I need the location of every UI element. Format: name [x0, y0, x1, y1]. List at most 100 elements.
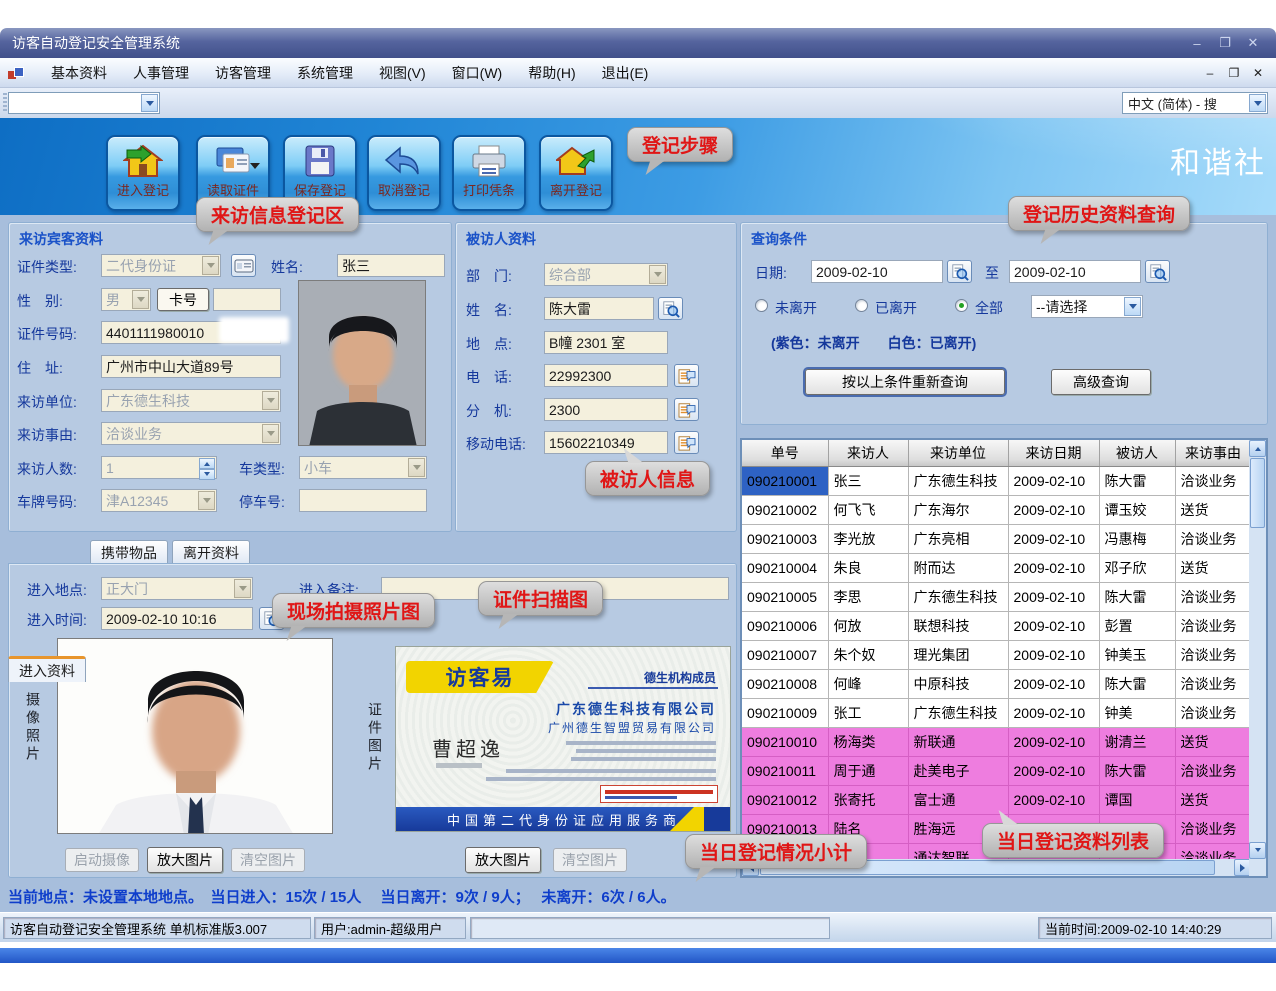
menu-view[interactable]: 视图(V) — [366, 59, 439, 87]
spinner-arrows[interactable] — [199, 458, 215, 477]
radio-not-left[interactable] — [755, 299, 768, 312]
cert-type-select[interactable]: 二代身份证 — [101, 254, 221, 277]
date-picker-icon[interactable] — [1145, 260, 1170, 283]
menu-exit[interactable]: 退出(E) — [589, 59, 662, 87]
call-note-icon[interactable] — [674, 398, 699, 421]
requery-button[interactable]: 按以上条件重新查询 — [805, 369, 1005, 395]
visitor-name-input[interactable] — [337, 254, 445, 277]
ext-input[interactable] — [544, 398, 668, 421]
zoom-photo-button[interactable]: 放大图片 — [147, 847, 223, 873]
window-titlebar[interactable]: 访客自动登记安全管理系统 – ❐ ✕ — [0, 28, 1276, 58]
menu-system[interactable]: 系统管理 — [284, 59, 366, 87]
date-picker-icon[interactable] — [947, 260, 972, 283]
location-input[interactable] — [544, 331, 668, 354]
entry-time-input[interactable] — [101, 607, 253, 630]
tab-entry-info[interactable]: 进入资料 — [8, 656, 86, 682]
restore-icon[interactable]: ❐ — [1214, 34, 1236, 52]
visited-name-input[interactable] — [544, 297, 654, 320]
menu-hr[interactable]: 人事管理 — [120, 59, 202, 87]
address-input[interactable] — [101, 355, 281, 378]
col-header-reason[interactable]: 来访事由 — [1175, 440, 1251, 466]
card-no-input[interactable] — [213, 288, 281, 311]
close-icon[interactable]: ✕ — [1242, 34, 1264, 52]
mdi-close-icon[interactable]: ✕ — [1248, 64, 1268, 82]
mdi-restore-icon[interactable]: ❐ — [1224, 64, 1244, 82]
col-header-company[interactable]: 来访单位 — [908, 440, 1008, 466]
date-to-input[interactable] — [1009, 260, 1141, 283]
date-from-input[interactable] — [811, 260, 943, 283]
col-header-visitor[interactable]: 来访人 — [828, 440, 908, 466]
clear-photo-button[interactable]: 清空图片 — [231, 848, 305, 872]
callout-card-scan: 证件扫描图 — [478, 581, 603, 616]
table-row[interactable]: 090210005李思广东德生科技2009-02-10陈大雷洽谈业务 — [742, 582, 1251, 611]
table-row[interactable]: 090210007朱个奴理光集团2009-02-10钟美玉洽谈业务 — [742, 640, 1251, 669]
radio-all[interactable] — [955, 299, 968, 312]
table-row[interactable]: 090210001张三广东德生科技2009-02-10陈大雷洽谈业务 — [742, 466, 1251, 495]
radio-left[interactable] — [855, 299, 868, 312]
menu-basic-data[interactable]: 基本资料 — [38, 59, 120, 87]
advanced-query-button[interactable]: 高级查询 — [1051, 369, 1151, 395]
table-row[interactable]: 090210011周于通赴美电子2009-02-10陈大雷洽谈业务 — [742, 756, 1251, 785]
cancel-register-button[interactable]: 取消登记 — [367, 135, 441, 211]
gender-select[interactable]: 男 — [101, 288, 151, 311]
table-row[interactable]: 090210012张寄托富士通2009-02-10谭国送货 — [742, 785, 1251, 814]
chevron-down-icon[interactable] — [250, 163, 260, 174]
tab-carried-items[interactable]: 携带物品 — [90, 540, 168, 564]
callout-visited-info: 被访人信息 — [585, 461, 710, 496]
quick-combo[interactable] — [8, 92, 160, 114]
start-camera-button[interactable]: 启动摄像 — [65, 848, 139, 872]
plate-select[interactable]: 津A12345 — [101, 489, 217, 512]
card-no-button[interactable]: 卡号 — [157, 288, 209, 311]
language-combo[interactable]: 中文 (简体) - 搜 — [1122, 92, 1268, 114]
address-label: 住 址: — [17, 358, 63, 378]
scroll-up-icon[interactable] — [1249, 440, 1266, 457]
col-header-visited[interactable]: 被访人 — [1099, 440, 1175, 466]
tab-leave-info[interactable]: 离开资料 — [172, 540, 250, 564]
vertical-scrollbar[interactable] — [1249, 440, 1266, 859]
table-row[interactable]: 090210008何峰中原科技2009-02-10陈大雷洽谈业务 — [742, 669, 1251, 698]
enter-register-button[interactable]: 进入登记 — [106, 135, 180, 211]
mobile-input[interactable] — [544, 431, 668, 454]
toolbar-grip[interactable] — [3, 93, 7, 113]
entry-location-select[interactable]: 正大门 — [101, 577, 253, 600]
print-receipt-button[interactable]: 打印凭条 — [452, 135, 526, 211]
table-row[interactable]: 090210006何放联想科技2009-02-10彭置洽谈业务 — [742, 611, 1251, 640]
col-header-date[interactable]: 来访日期 — [1008, 440, 1099, 466]
color-legend: (紫色：未离开 白色：已离开) — [771, 333, 976, 353]
parking-input[interactable] — [299, 489, 427, 512]
table-row[interactable]: 090210003李光放广东亮相2009-02-10冯惠梅洽谈业务 — [742, 524, 1251, 553]
search-icon[interactable] — [658, 297, 683, 320]
dept-select[interactable]: 综合部 — [544, 263, 668, 286]
call-note-icon[interactable] — [674, 431, 699, 454]
vertical-scroll-thumb[interactable] — [1250, 458, 1265, 528]
chevron-down-icon[interactable] — [141, 94, 158, 112]
screenshot-root: 访客自动登记安全管理系统 – ❐ ✕ 基本资料 人事管理 访客管理 系统管理 视… — [0, 0, 1276, 991]
filter-select[interactable]: --请选择 — [1031, 295, 1143, 318]
card-logo: 访客易 — [406, 661, 554, 693]
scroll-down-icon[interactable] — [1249, 842, 1266, 859]
table-row[interactable]: 090210009张工广东德生科技2009-02-10钟美洽谈业务 — [742, 698, 1251, 727]
col-header-id[interactable]: 单号 — [742, 440, 828, 466]
table-row[interactable]: 090210004朱良附而达2009-02-10邓子欣送货 — [742, 553, 1251, 582]
leave-register-button[interactable]: 离开登记 — [539, 135, 613, 211]
visitor-info-panel: 来访宾客资料 证件类型: 二代身份证 姓名: 性 别: 男 卡号 证件号码: 住… — [8, 222, 452, 532]
menu-visitor[interactable]: 访客管理 — [202, 59, 284, 87]
company-select[interactable]: 广东德生科技 — [101, 389, 281, 412]
vehicle-type-select[interactable]: 小车 — [299, 456, 427, 479]
id-card-icon[interactable] — [231, 254, 256, 277]
zoom-card-button[interactable]: 放大图片 — [465, 847, 541, 873]
phone-input[interactable] — [544, 364, 668, 387]
call-note-icon[interactable] — [674, 364, 699, 387]
callout-live-photo: 现场拍摄照片图 — [272, 593, 435, 628]
clear-card-button[interactable]: 清空图片 — [553, 848, 627, 872]
minimize-icon[interactable]: – — [1186, 34, 1208, 52]
table-row[interactable]: 090210002何飞飞广东海尔2009-02-10谭玉姣送货 — [742, 495, 1251, 524]
chevron-down-icon[interactable] — [1249, 94, 1266, 112]
menu-help[interactable]: 帮助(H) — [515, 59, 588, 87]
taskbar-strip[interactable] — [0, 948, 1276, 963]
menu-window[interactable]: 窗口(W) — [439, 59, 516, 87]
count-spinner[interactable]: 1 — [101, 456, 217, 479]
table-row[interactable]: 090210010杨海类新联通2009-02-10谢清兰送货 — [742, 727, 1251, 756]
reason-select[interactable]: 洽谈业务 — [101, 422, 281, 445]
mdi-minimize-icon[interactable]: – — [1200, 64, 1220, 82]
